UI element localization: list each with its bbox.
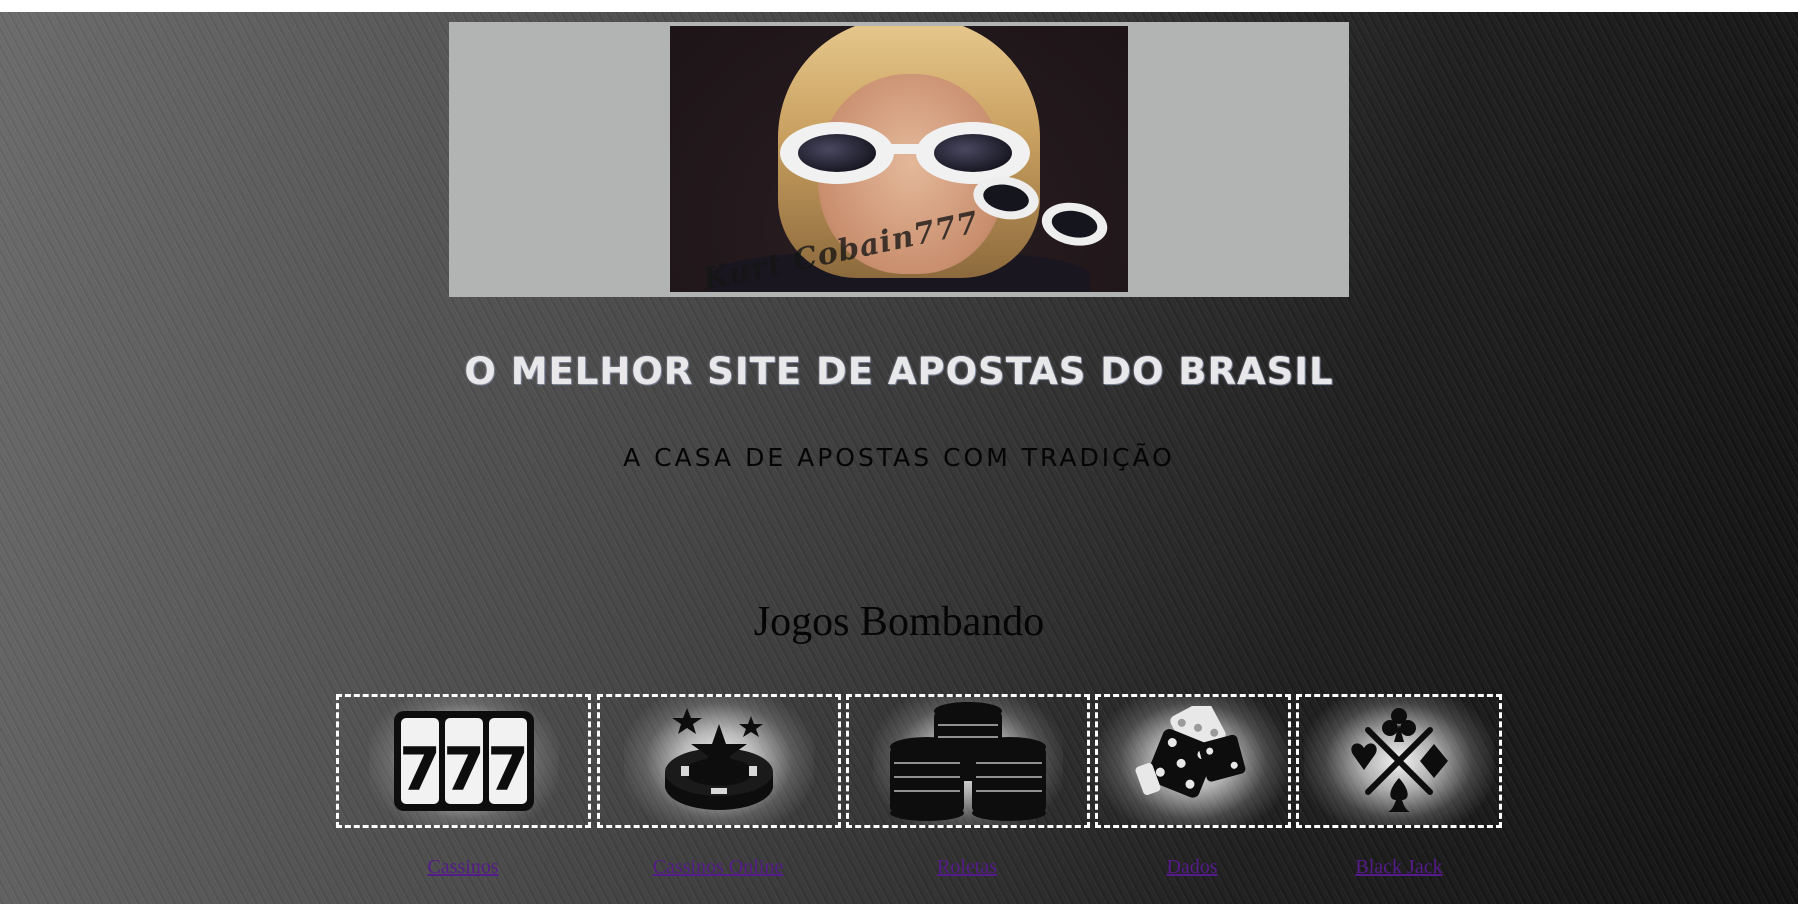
svg-text:7: 7 xyxy=(487,735,529,805)
hero-subheadline: A CASA DE APOSTAS COM TRADIÇÃO xyxy=(623,443,1175,472)
link-black-jack[interactable]: Black Jack xyxy=(1355,856,1442,879)
slot-machine-777-icon: 7 7 7 xyxy=(393,711,534,811)
game-card-black-jack[interactable] xyxy=(1296,694,1502,828)
hero-headline: O MELHOR SITE DE APOSTAS DO BRASIL xyxy=(464,350,1334,393)
svg-text:7: 7 xyxy=(443,735,485,805)
link-dados[interactable]: Dados xyxy=(1166,856,1217,879)
game-card-cassinos[interactable]: 7 7 7 xyxy=(336,694,591,828)
game-card-roletas[interactable] xyxy=(846,694,1090,828)
link-cassinos-online[interactable]: Cassinos Online xyxy=(653,856,784,879)
games-section-title: Jogos Bombando xyxy=(753,599,1045,645)
link-cassinos[interactable]: Cassinos xyxy=(427,856,498,879)
game-card-dados[interactable] xyxy=(1095,694,1291,828)
top-strip xyxy=(0,0,1798,12)
dice-icon xyxy=(1135,706,1246,798)
card-suits-icon xyxy=(1351,708,1448,812)
casino-chip-stars-icon xyxy=(665,708,773,810)
chip-stacks-icon xyxy=(890,702,1046,821)
link-roletas[interactable]: Roletas xyxy=(937,856,997,879)
game-card-cassinos-online[interactable] xyxy=(597,694,841,828)
banner-portrait-image: Kurt Cobain777 xyxy=(670,26,1128,292)
svg-text:7: 7 xyxy=(399,735,441,805)
